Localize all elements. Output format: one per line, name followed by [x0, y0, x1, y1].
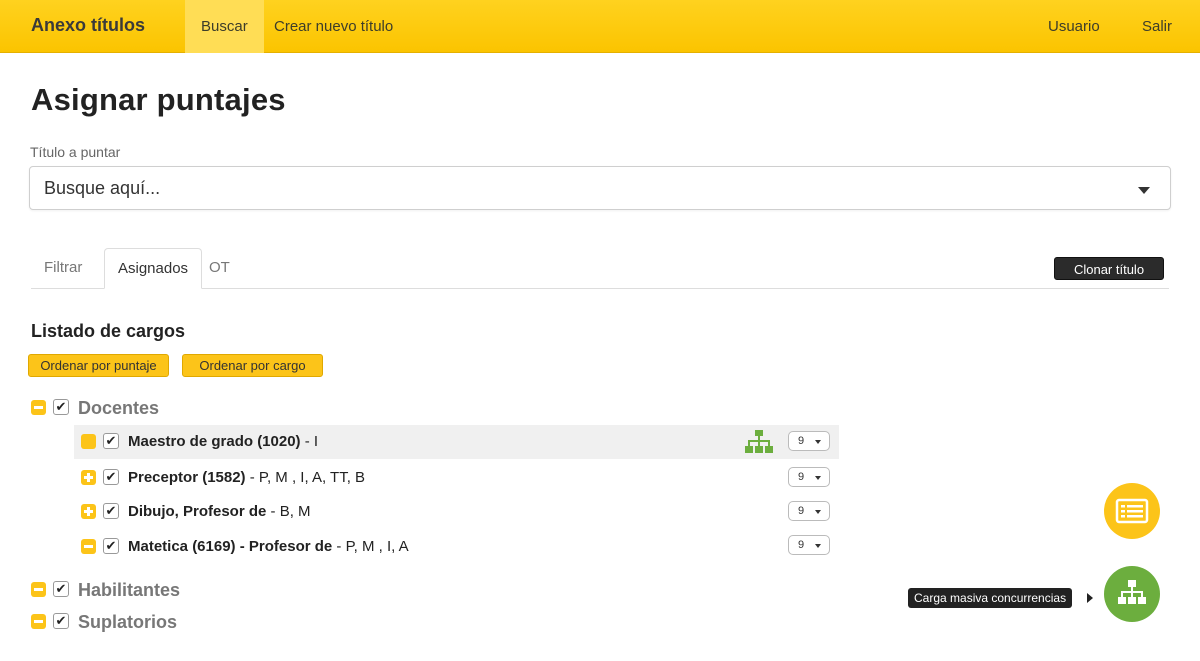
order-by-score-button[interactable]: Ordenar por puntaje [28, 354, 169, 377]
score-select[interactable]: 9 [788, 431, 830, 451]
row-checkbox[interactable]: ✔ [103, 538, 119, 554]
clone-title-button[interactable]: Clonar título [1054, 257, 1164, 280]
tooltip-arrow [1087, 593, 1093, 603]
list-item-label[interactable]: Preceptor (1582) - P, M , I, A, TT, B [128, 469, 365, 486]
nav-item-usuario[interactable]: Usuario [1032, 0, 1116, 53]
titulo-select[interactable]: Busque aquí... [29, 166, 1171, 210]
carga-masiva-fab-button[interactable] [1104, 566, 1160, 622]
order-by-cargo-button[interactable]: Ordenar por cargo [182, 354, 323, 377]
list-item-label[interactable]: Maestro de grado (1020) - I [128, 433, 318, 450]
titulo-select-placeholder: Busque aquí... [44, 178, 161, 198]
nav-item-buscar[interactable]: Buscar [185, 0, 264, 53]
top-navbar: Anexo títulos Buscar Crear nuevo título … [0, 0, 1200, 53]
expand-toggle-icon[interactable] [81, 470, 96, 485]
expand-toggle-icon[interactable] [81, 504, 96, 519]
score-select[interactable]: 9 [788, 467, 830, 487]
collapse-toggle-icon[interactable] [31, 614, 46, 629]
group-checkbox-habilitantes[interactable]: ✔ [53, 581, 69, 597]
tab-ot[interactable]: OT [196, 248, 243, 289]
brand-logo[interactable]: Anexo títulos [31, 15, 145, 36]
list-fab-button[interactable] [1104, 483, 1160, 539]
row-checkbox[interactable]: ✔ [103, 469, 119, 485]
list-title: Listado de cargos [31, 321, 186, 341]
nav-item-crear-titulo[interactable]: Crear nuevo título [258, 0, 409, 53]
group-label-docentes[interactable]: Docentes [78, 398, 159, 419]
row-checkbox[interactable]: ✔ [103, 433, 119, 449]
score-select[interactable]: 9 [788, 535, 830, 555]
group-label-suplatorios[interactable]: Suplatorios [78, 612, 177, 633]
tab-filtrar[interactable]: Filtrar [31, 248, 95, 289]
tooltip-carga-masiva: Carga masiva concurrencias [908, 588, 1073, 608]
list-item-label[interactable]: Matetica (6169) - Profesor de - P, M , I… [128, 538, 409, 555]
sitemap-icon[interactable] [745, 430, 773, 454]
list-icon [1115, 498, 1149, 524]
collapse-toggle-icon[interactable] [81, 539, 96, 554]
sitemap-icon [1118, 580, 1146, 604]
collapse-toggle-icon[interactable] [31, 582, 46, 597]
collapse-toggle-icon[interactable] [31, 400, 46, 415]
nav-item-salir[interactable]: Salir [1126, 0, 1188, 53]
group-checkbox-suplatorios[interactable]: ✔ [53, 613, 69, 629]
blank-toggle-icon[interactable] [81, 434, 96, 449]
titulo-field-label: Título a puntar [30, 144, 121, 160]
row-checkbox[interactable]: ✔ [103, 503, 119, 519]
score-select[interactable]: 9 [788, 501, 830, 521]
group-checkbox-docentes[interactable]: ✔ [53, 399, 69, 415]
list-item-label[interactable]: Dibujo, Profesor de - B, M [128, 503, 311, 520]
chevron-down-icon [1138, 187, 1150, 194]
page-title: Asignar puntajes [31, 82, 286, 117]
tab-asignados[interactable]: Asignados [104, 248, 203, 289]
group-label-habilitantes[interactable]: Habilitantes [78, 580, 180, 601]
